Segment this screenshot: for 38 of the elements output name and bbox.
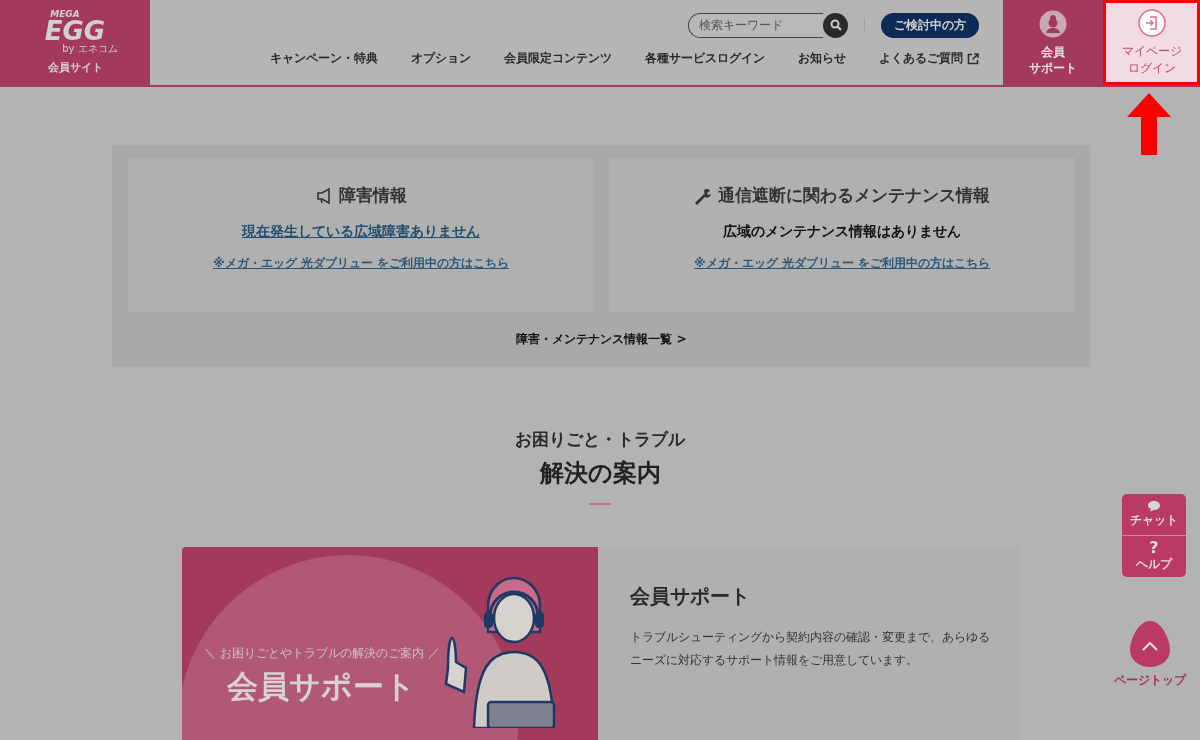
login-icon [1137, 8, 1166, 37]
card-title: 障害情報 [338, 184, 407, 207]
nav-link[interactable]: お知らせ [798, 50, 846, 67]
section-title: 解決の案内 [539, 458, 661, 489]
status-message-link[interactable]: 現在発生している広域障害ありません [242, 223, 480, 241]
member-support-button[interactable]: 会員 サポート [1003, 0, 1103, 85]
hikari-link[interactable]: ※メガ・エッグ 光ダブリュー をご利用中の方はこちら [694, 255, 990, 272]
search-icon[interactable] [823, 12, 848, 38]
banner-caption: ＼ お困りごとやトラブルの解決のご案内 ／ [204, 645, 440, 662]
section-kicker: お困りごと・トラブル [515, 428, 685, 451]
logo-text: EGG [44, 19, 106, 43]
card-title: 会員サポート [630, 583, 751, 610]
nav-link[interactable]: よくあるご質問 [879, 50, 979, 67]
nav-link[interactable]: 会員限定コンテンツ [504, 50, 612, 67]
chat-bubble-icon [1147, 500, 1161, 512]
egg-caret-icon [1129, 620, 1171, 668]
search-field[interactable]: 検索キーワード [688, 12, 823, 38]
logo-text: MEGA [50, 10, 80, 19]
nav-link[interactable]: オプション [411, 50, 471, 67]
hikari-link[interactable]: ※メガ・エッグ 光ダブリュー をご利用中の方はこちら [213, 255, 509, 272]
wrench-icon [694, 186, 713, 205]
external-link-icon [967, 52, 979, 65]
site-caption: 会員サイト [47, 60, 103, 75]
person-icon [1039, 9, 1067, 38]
mypage-login-button[interactable]: マイページ ログイン [1103, 0, 1200, 85]
status-message: 広域のメンテナンス情報はありません [723, 223, 961, 241]
help-button[interactable]: ? ヘルプ [1122, 536, 1186, 577]
status-list-link[interactable]: 障害・メンテナンス情報一覧 > [516, 331, 687, 348]
nav-link[interactable]: キャンペーン・特典 [270, 50, 378, 67]
up-arrow-icon [1127, 93, 1171, 155]
chat-button[interactable]: チャット [1122, 494, 1186, 536]
banner-title: 会員サポート [227, 667, 417, 706]
logo-panel[interactable]: MEGA EGG by エネコム 会員サイト [0, 0, 150, 85]
card-description: トラブルシューティングから契約内容の確認・変更まで、あらゆるニーズに対応するサポート情報をご用意しています。 [630, 629, 990, 669]
logo-text: by エネコム [62, 43, 118, 54]
card-title: 通信遮断に関わるメンテナンス情報 [717, 184, 990, 207]
nav-link[interactable]: 各種サービスログイン [645, 50, 765, 67]
prospect-button[interactable]: ご検討中の方 [881, 12, 979, 38]
